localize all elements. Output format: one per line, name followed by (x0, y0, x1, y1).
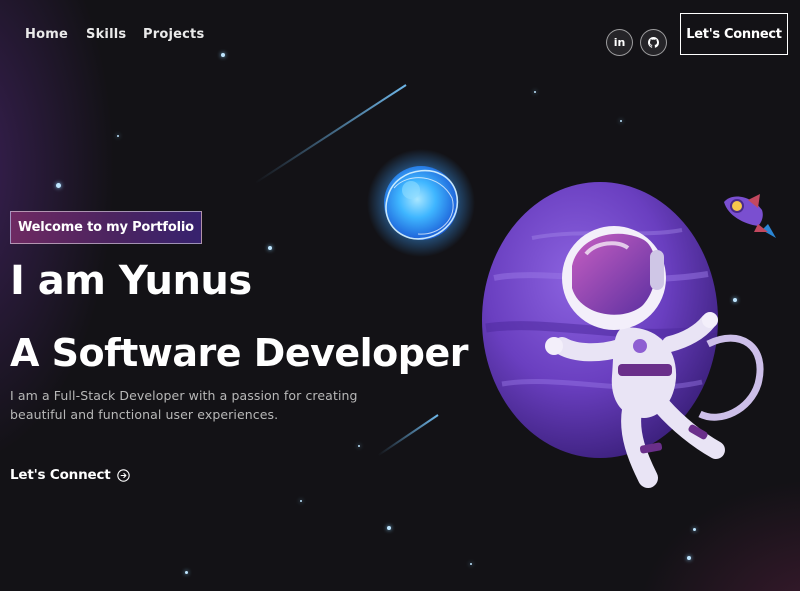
star (687, 556, 691, 560)
hero-description: I am a Full-Stack Developer with a passi… (10, 388, 358, 422)
nav-link-skills[interactable]: Skills (86, 27, 126, 42)
tagline-badge: Welcome to my Portfolio (10, 211, 202, 244)
hero-connect-label: Let's Connect (10, 467, 111, 483)
hero-connect-link[interactable]: Let's Connect (10, 467, 130, 483)
nav-link-home[interactable]: Home (25, 27, 68, 42)
glowing-planet-icon (367, 149, 475, 257)
star (387, 526, 391, 530)
star (620, 120, 622, 122)
star (358, 445, 360, 447)
star (185, 571, 188, 574)
star (534, 91, 536, 93)
star (268, 246, 272, 250)
lets-connect-button[interactable]: Let's Connect (680, 13, 788, 55)
star (693, 528, 696, 531)
portfolio-page: Home Skills Projects in Let's Connect We… (0, 0, 800, 591)
star (117, 135, 119, 137)
arrow-right-circle-icon (116, 468, 130, 482)
star (470, 563, 472, 565)
nav-link-projects[interactable]: Projects (143, 27, 204, 42)
linkedin-icon[interactable]: in (606, 29, 633, 56)
top-navbar: Home Skills Projects in Let's Connect (0, 0, 800, 72)
star (56, 183, 61, 188)
astronaut-illustration (482, 182, 764, 488)
hero-title: I am Yunus (10, 258, 252, 304)
github-icon[interactable] (640, 29, 667, 56)
star (300, 500, 302, 502)
hero-subtitle: A Software Developer (10, 331, 469, 375)
github-icon-glyph (648, 37, 659, 48)
